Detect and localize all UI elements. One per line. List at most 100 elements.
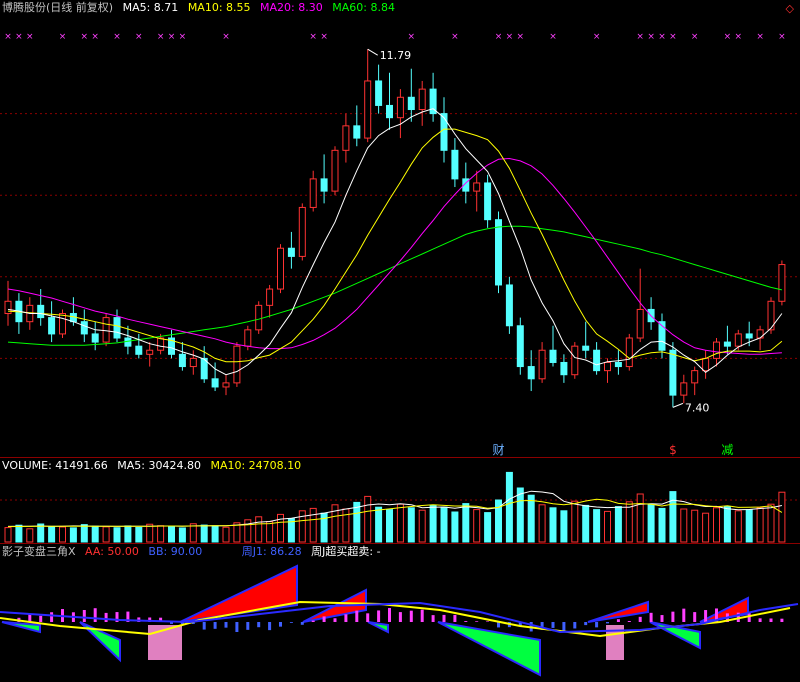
signal-marker: × (636, 32, 644, 42)
panel-divider (0, 543, 800, 544)
signal-marker: × (658, 32, 666, 42)
signal-marker: × (735, 32, 743, 42)
candle-body (680, 382, 688, 396)
volume-bar (505, 471, 513, 543)
diamond-icon[interactable]: ◇ (786, 2, 794, 15)
candle-body (375, 80, 383, 106)
volume-bar (604, 510, 611, 543)
volume-bar (636, 493, 644, 543)
indicator-triangle (367, 621, 389, 634)
volume-bar (124, 525, 132, 543)
volume-bar (745, 509, 753, 543)
volume-bar (59, 526, 66, 543)
volume-bar (69, 527, 77, 543)
event-marker: 减 (721, 443, 733, 457)
volume-label: VOLUME: 41491.66 (2, 459, 108, 472)
candle-body (146, 349, 154, 355)
volume-bar (80, 524, 88, 543)
signal-marker: × (320, 32, 328, 42)
indicator-name: 影子变盘三角X (2, 545, 76, 558)
signal-marker: × (647, 32, 655, 42)
candle-body (516, 325, 524, 368)
volume-bar (157, 525, 165, 543)
volume-bar (353, 501, 361, 543)
indicator-header: 影子变盘三角X AA: 50.00 BB: 90.00 周J1: 86.28 周… (2, 545, 387, 559)
high-price-label: 11.79 (380, 49, 412, 62)
signal-marker: × (222, 32, 230, 42)
volume-header: VOLUME: 41491.66 MA5: 30424.80 MA10: 247… (2, 459, 307, 473)
signal-marker: × (168, 32, 176, 42)
volume-bar (462, 503, 470, 543)
volume-bar (451, 511, 459, 543)
volume-bar (440, 506, 448, 543)
volume-bar (767, 503, 775, 543)
candle-body (222, 382, 230, 388)
candle-body (407, 96, 415, 111)
candle-body (473, 182, 481, 192)
signal-marker: × (756, 32, 764, 42)
candle-body (745, 333, 753, 339)
candle-body (636, 308, 644, 339)
candle-body (484, 182, 492, 221)
volume-bar (702, 512, 710, 543)
candle-body (582, 345, 590, 351)
candle-body (604, 361, 611, 372)
low-price-label: 7.40 (685, 401, 710, 414)
ma20-label: MA20: 8.30 (260, 1, 323, 14)
chart-canvas: 11.797.40财 $ 减× × × × × × × × × × × × × × × × × × × × × × × × × × × ×… (0, 32, 800, 677)
candle-body (277, 247, 284, 290)
indicator-triangle (437, 621, 541, 677)
volume-bar (320, 512, 328, 543)
ma10-line (7, 128, 783, 363)
ma10-label: MA10: 8.55 (187, 1, 251, 14)
signal-marker: × (408, 32, 416, 42)
signal-marker: × (724, 32, 732, 42)
candle-body (451, 149, 459, 180)
volume-ma10-line (7, 498, 783, 528)
volume-bar (48, 525, 56, 543)
candle-body (178, 353, 186, 368)
ma5-line (7, 108, 783, 376)
indicator-aa-label: AA: 50.00 (85, 545, 139, 558)
ma60-label: MA60: 8.84 (332, 1, 395, 14)
candle-body (157, 337, 165, 351)
candle-body (625, 337, 633, 368)
signal-marker: × (691, 32, 699, 42)
volume-bar (178, 527, 186, 543)
candle-body (691, 370, 699, 384)
candle-body (342, 125, 350, 151)
volume-bar (669, 491, 677, 543)
volume-bar (26, 528, 34, 543)
candle-body (244, 329, 252, 347)
signal-marker: × (26, 32, 34, 42)
candle-body (593, 349, 601, 372)
indicator-zhouj-label: 周J1: 86.28 (241, 545, 302, 558)
candle-body (723, 341, 731, 347)
high-marker-line (367, 48, 378, 56)
volume-ma5-label: MA5: 30424.80 (117, 459, 201, 472)
candle-body (298, 206, 306, 257)
signal-marker: × (15, 32, 23, 42)
volume-bar (713, 507, 720, 543)
signal-marker: × (81, 32, 89, 42)
candle-body (255, 304, 263, 331)
volume-bar (135, 526, 143, 543)
volume-bar (658, 507, 666, 543)
volume-bar (429, 504, 437, 543)
volume-bar (527, 494, 535, 543)
volume-bar (364, 495, 372, 543)
volume-bar (407, 507, 415, 543)
volume-bar (4, 527, 12, 543)
signal-marker: × (157, 32, 165, 42)
volume-bar (386, 509, 393, 543)
volume-bar (102, 526, 110, 543)
candle-body (734, 333, 742, 347)
candle-body (386, 104, 393, 119)
ma5-label: MA5: 8.71 (122, 1, 179, 14)
signal-marker: × (59, 32, 67, 42)
signal-marker: × (309, 32, 317, 42)
candle-body (309, 178, 317, 208)
panel-divider (0, 457, 800, 458)
volume-bar (211, 525, 219, 543)
candle-body (59, 313, 66, 335)
